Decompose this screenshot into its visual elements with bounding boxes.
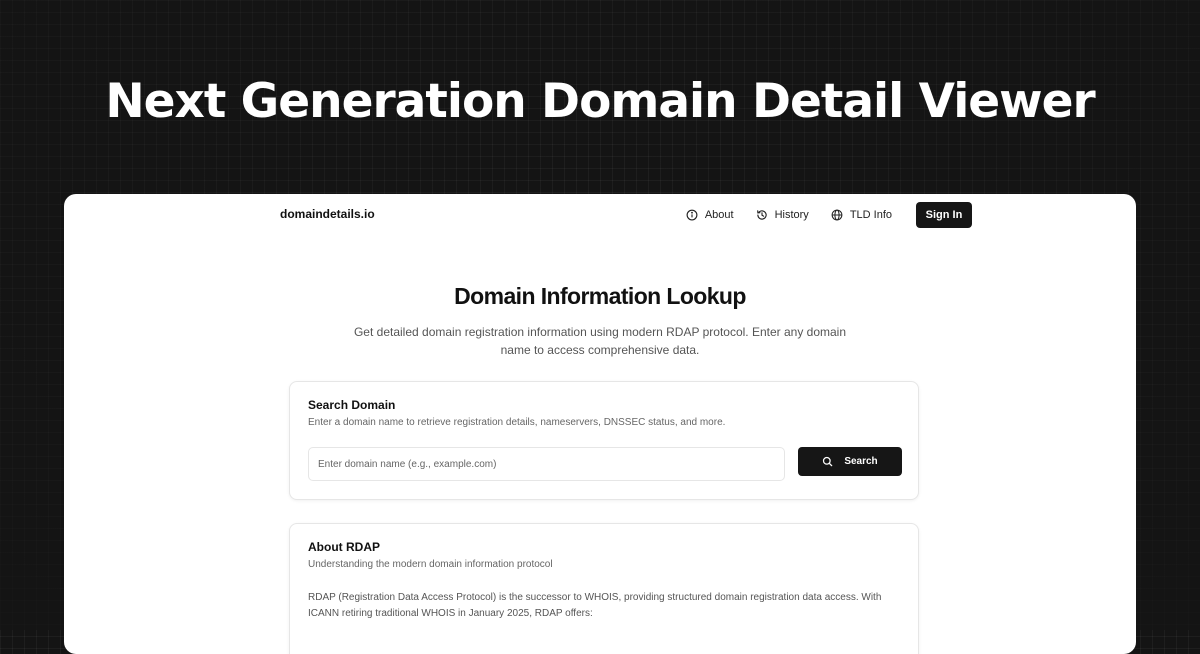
about-card-description: Understanding the modern domain informat… [308,559,553,570]
nav-link-about[interactable]: About [686,209,734,221]
page-title: Domain Information Lookup [454,283,746,309]
app-window: domaindetails.io About History TLD Info [64,194,1136,654]
nav-link-about-label: About [704,209,734,221]
sign-in-button[interactable]: Sign In [916,202,972,228]
about-rdap-card: About RDAP Understanding the modern doma… [289,523,919,654]
search-icon [823,456,833,467]
about-card-title: About RDAP [308,540,380,554]
domain-search-input[interactable] [308,447,785,481]
info-icon [686,209,698,221]
search-button-label: Search [844,456,878,467]
page-subtitle: Get detailed domain registration informa… [353,325,847,357]
search-card-description: Enter a domain name to retrieve registra… [308,417,726,428]
history-icon [756,210,767,220]
about-card-body: RDAP (Registration Data Access Protocol)… [308,592,882,619]
nav-link-history[interactable]: History [756,209,809,221]
top-nav: domaindetails.io About History TLD Info [280,194,972,236]
search-card-title: Search Domain [308,398,396,412]
hero-title: Next Generation Domain Detail Viewer [105,74,1095,129]
globe-icon [831,209,843,221]
search-domain-card: Search Domain Enter a domain name to ret… [289,381,919,500]
search-button[interactable]: Search [798,447,902,476]
brand-logo[interactable]: domaindetails.io [280,207,375,221]
nav-links: About History TLD Info Sign In [664,202,972,228]
nav-link-tld-info-label: TLD Info [849,209,892,221]
nav-link-tld-info[interactable]: TLD Info [831,209,892,221]
nav-link-history-label: History [774,209,809,221]
